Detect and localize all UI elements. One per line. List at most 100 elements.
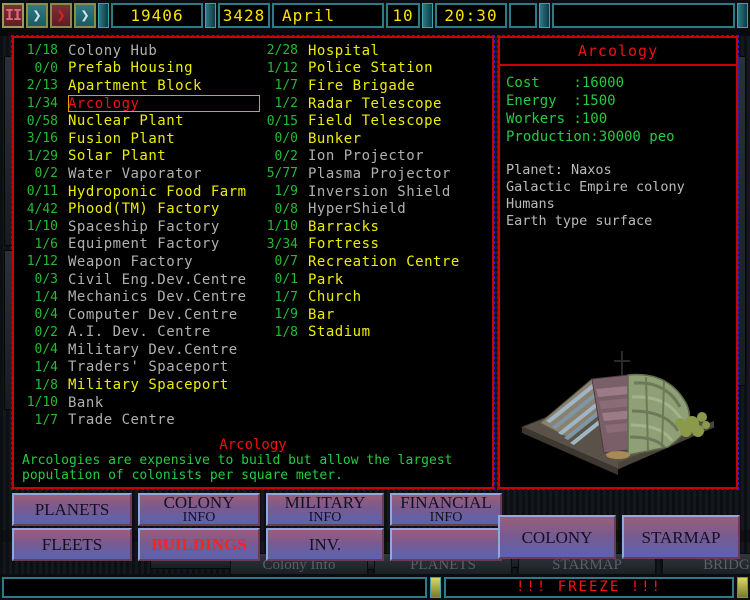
building-row[interactable]: 1/10 Barracks [262, 218, 490, 236]
building-name: Bunker [308, 130, 362, 147]
building-count: 1/12 [26, 254, 58, 270]
building-name: Barracks [308, 218, 380, 235]
colony-info-label-1: COLONY [163, 492, 235, 512]
building-name: Police Station [308, 60, 434, 77]
inventory-button-label: INV. [308, 535, 342, 554]
planets-button[interactable]: PLANETS [12, 493, 132, 526]
building-count: 1/34 [26, 96, 58, 112]
building-row[interactable]: 1/34 Arcology [22, 94, 260, 113]
building-row[interactable]: 0/8 HyperShield [262, 200, 490, 218]
colony-info-label-2: INFO [182, 509, 216, 525]
military-info-button[interactable]: MILITARY INFO [266, 493, 384, 526]
building-row[interactable]: 0/4 Computer Dev.Centre [22, 306, 260, 324]
colony-view-button[interactable]: COLONY [498, 515, 616, 559]
building-row[interactable]: 0/0 Prefab Housing [22, 60, 260, 78]
building-row[interactable]: 1/29 Solar Plant [22, 148, 260, 166]
building-count: 1/29 [26, 148, 58, 164]
speed-slow-button[interactable]: ❯ [26, 2, 48, 28]
building-row[interactable]: 5/77 Plasma Projector [262, 165, 490, 183]
building-count: 1/7 [34, 412, 58, 428]
building-row[interactable]: 1/7 Trade Centre [22, 411, 260, 429]
building-row[interactable]: 0/1 Park [262, 271, 490, 289]
building-row[interactable]: 1/6 Equipment Factory [22, 236, 260, 254]
building-row[interactable]: 0/2 Ion Projector [262, 148, 490, 166]
building-row[interactable]: 1/2 Radar Telescope [262, 95, 490, 113]
building-row[interactable]: 0/58 Nuclear Plant [22, 112, 260, 130]
building-name: Mechanics Dev.Centre [68, 289, 247, 306]
building-name: Nuclear Plant [68, 113, 185, 130]
building-count: 2/13 [26, 78, 58, 94]
building-row[interactable]: 1/7 Fire Brigade [262, 77, 490, 95]
building-count: 5/77 [266, 166, 298, 182]
building-name: Phood(TM) Factory [68, 201, 220, 218]
building-row[interactable]: 1/10 Spaceship Factory [22, 218, 260, 236]
building-name: HyperShield [308, 201, 407, 218]
empty-button[interactable] [390, 528, 502, 561]
info-panel-title: Arcology [500, 38, 736, 66]
status-tab-right-icon [737, 576, 748, 598]
building-count: 1/2 [274, 96, 298, 112]
financial-info-button[interactable]: FINANCIAL INFO [390, 493, 502, 526]
building-row[interactable]: 1/12 Weapon Factory [22, 253, 260, 271]
building-row[interactable]: 0/4 Military Dev.Centre [22, 341, 260, 359]
building-description: Arcology Arcologies are expensive to bui… [14, 437, 492, 483]
building-name: Civil Eng.Dev.Centre [68, 271, 247, 288]
building-count: 1/8 [34, 377, 58, 393]
building-row[interactable]: 1/8 Military Spaceport [22, 376, 260, 394]
speed-fast-button[interactable]: ❯ [50, 2, 72, 28]
building-row[interactable]: 0/11 Hydroponic Food Farm [22, 183, 260, 201]
building-row[interactable]: 1/10 Bank [22, 394, 260, 412]
secondary-button-row: FLEETS BUILDINGS INV. [12, 528, 502, 561]
building-info-panel: Arcology Cost :16000 Energy :1500 Worker… [497, 35, 739, 490]
building-row[interactable]: 0/15 Field Telescope [262, 112, 490, 130]
building-row[interactable]: 0/2 A.I. Dev. Centre [22, 324, 260, 342]
building-name: Water Vaporator [68, 165, 202, 182]
building-name: Hydroponic Food Farm [68, 183, 247, 200]
building-row[interactable]: 2/13 Apartment Block [22, 77, 260, 95]
building-row[interactable]: 0/0 Bunker [262, 130, 490, 148]
building-row[interactable]: 4/42 Phood(TM) Factory [22, 200, 260, 218]
building-count: 0/2 [34, 324, 58, 340]
building-row[interactable]: 1/18 Colony Hub [22, 42, 260, 60]
buildings-column-right: 2/28 Hospital 1/12 Police Station 1/7 Fire Br… [260, 42, 490, 430]
building-row[interactable]: 1/12 Police Station [262, 60, 490, 78]
building-name: Park [308, 271, 344, 288]
colony-info-button[interactable]: COLONY INFO [138, 493, 260, 526]
top-status-header: II ❯ ❯ ❯ 19406 3428 April 10 20:30 [0, 0, 750, 30]
building-row[interactable]: 1/4 Mechanics Dev.Centre [22, 288, 260, 306]
view-button-row: COLONY STARMAP [498, 515, 740, 559]
building-row[interactable]: 1/9 Bar [262, 306, 490, 324]
building-name: Traders' Spaceport [68, 359, 229, 376]
bottom-status-bar: !!! FREEZE !!! [0, 574, 750, 600]
building-count: 0/8 [274, 201, 298, 217]
building-row[interactable]: 3/16 Fusion Plant [22, 130, 260, 148]
building-count: 1/10 [26, 219, 58, 235]
building-name: Solar Plant [68, 148, 167, 165]
message-field [552, 2, 735, 28]
starmap-view-button[interactable]: STARMAP [622, 515, 740, 559]
building-count: 4/42 [26, 201, 58, 217]
fleets-button[interactable]: FLEETS [12, 528, 132, 561]
field-bracket-right [737, 2, 748, 28]
building-row[interactable]: 1/8 Stadium [262, 324, 490, 342]
inventory-button[interactable]: INV. [266, 528, 384, 561]
building-row[interactable]: 0/7 Recreation Centre [262, 253, 490, 271]
building-row[interactable]: 0/2 Water Vaporator [22, 165, 260, 183]
building-row[interactable]: 1/9 Inversion Shield [262, 183, 490, 201]
building-count: 1/12 [266, 60, 298, 76]
pause-button[interactable]: II [2, 2, 24, 28]
speed-faster-button[interactable]: ❯ [74, 2, 96, 28]
building-row[interactable]: 2/28 Hospital [262, 42, 490, 60]
building-row[interactable]: 1/7 Church [262, 288, 490, 306]
financial-info-label-1: FINANCIAL [400, 492, 492, 512]
buildings-button[interactable]: BUILDINGS [138, 528, 260, 561]
building-row[interactable]: 3/34 Fortress [262, 236, 490, 254]
building-count: 3/16 [26, 131, 58, 147]
primary-button-row: PLANETS COLONY INFO MILITARY INFO FINANC… [12, 493, 502, 526]
building-name: Arcology [68, 95, 140, 112]
building-row[interactable]: 1/4 Traders' Spaceport [22, 359, 260, 377]
buildings-column-left: 1/18 Colony Hub 0/0 Prefab Housing 2/13 Apart… [14, 42, 260, 430]
year-display: 3428 [218, 2, 270, 28]
building-row[interactable]: 0/3 Civil Eng.Dev.Centre [22, 271, 260, 289]
building-name: Stadium [308, 324, 371, 341]
